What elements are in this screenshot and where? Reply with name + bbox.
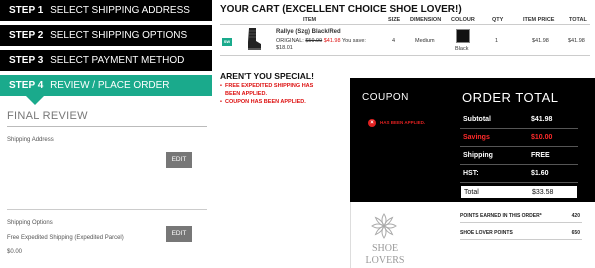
edit-shipping-options-button[interactable]: EDIT	[166, 226, 192, 242]
col-header-qty: QTY	[492, 17, 504, 23]
divider	[220, 55, 590, 56]
col-header-size: SIZE	[388, 17, 401, 23]
qty-value: 1	[495, 38, 499, 44]
shipping-options-label: Shipping Options	[7, 220, 53, 226]
step-number: STEP 4	[9, 80, 44, 91]
tax-value: $1.60	[531, 170, 549, 177]
step-label: SELECT PAYMENT METHOD	[50, 55, 185, 66]
active-step-arrow-icon	[26, 96, 44, 105]
divider	[220, 24, 590, 25]
size-value: 4	[392, 38, 396, 44]
special-title: AREN'T YOU SPECIAL!	[220, 71, 314, 81]
final-review-title: FINAL REVIEW	[7, 110, 88, 122]
shipping-value: FREE	[531, 152, 550, 159]
col-header-item: ITEM	[303, 17, 317, 23]
boot-thumbnail-icon[interactable]	[246, 27, 262, 51]
cart-title: YOUR CART (EXCELLENT CHOICE SHOE LOVER!)	[220, 4, 462, 15]
grand-total-label: Total	[464, 189, 479, 196]
you-save-label: You save:	[341, 38, 366, 44]
step-number: STEP 2	[9, 30, 44, 41]
step-label: SELECT SHIPPING OPTIONS	[50, 30, 188, 41]
col-header-dimension: DIMENSION	[410, 17, 442, 23]
shipping-address-label: Shipping Address	[7, 137, 54, 143]
grand-total-row: Total $33.58	[460, 185, 578, 199]
col-header-colour: COLOUR	[451, 17, 475, 23]
message-item: COUPON HAS BEEN APPLIED.	[220, 98, 330, 106]
step-4-active[interactable]: STEP 4 REVIEW / PLACE ORDER	[0, 75, 212, 96]
total-value: $41.98	[568, 38, 585, 44]
logo-text-2: LOVERS	[366, 255, 405, 266]
edit-address-button[interactable]: EDIT	[166, 152, 192, 168]
logo-text-1: SHOE	[372, 243, 398, 254]
savings-row: Savings $10.00	[460, 130, 578, 147]
step-1[interactable]: STEP 1 SELECT SHIPPING ADDRESS	[0, 0, 212, 21]
subtotal-row: Subtotal $41.98	[460, 112, 578, 129]
points-earned-row: POINTS EARNED IN THIS ORDER* 420	[460, 210, 582, 223]
you-save-amount: $18.01	[276, 45, 293, 51]
original-price: $59.99	[305, 38, 323, 44]
savings-label: Savings	[463, 134, 490, 141]
dimension-value: Medium	[415, 38, 435, 44]
shoe-lovers-logo-icon: SHOE LOVERS	[366, 213, 405, 266]
shipping-cost: $0.00	[7, 249, 23, 255]
step-label: SELECT SHIPPING ADDRESS	[50, 5, 190, 16]
savings-value: $10.00	[531, 134, 553, 141]
product-pricing: ORIGINAL: $59.99 $41.98 You save:	[276, 38, 366, 44]
shipping-row: Shipping FREE	[460, 148, 578, 165]
col-header-total: TOTAL	[569, 17, 587, 23]
step-2[interactable]: STEP 2 SELECT SHIPPING OPTIONS	[0, 25, 212, 46]
coupon-status: HAS BEEN APPLIED.	[380, 120, 426, 125]
special-messages: FREE EXPEDITED SHIPPING HAS BEEN APPLIED…	[220, 82, 330, 106]
col-header-item-price: ITEM PRICE	[523, 17, 555, 23]
step-number: STEP 3	[9, 55, 44, 66]
shoe-lover-points-value: 650	[571, 230, 580, 236]
remove-coupon-icon[interactable]: ×	[368, 119, 376, 127]
shipping-option-value: Free Expedited Shipping (Expedited Parce…	[7, 235, 124, 241]
tax-row: HST: $1.60	[460, 166, 578, 183]
item-price-value: $41.98	[532, 38, 549, 44]
points-earned-label: POINTS EARNED IN THIS ORDER*	[460, 213, 542, 219]
subtotal-label: Subtotal	[463, 116, 491, 123]
step-number: STEP 1	[9, 5, 44, 16]
colour-swatch	[456, 29, 470, 43]
step-3[interactable]: STEP 3 SELECT PAYMENT METHOD	[0, 50, 212, 71]
shoe-lover-points-label: SHOE LOVER POINTS	[460, 230, 513, 236]
shipping-label: Shipping	[463, 152, 493, 159]
brand-badge: SW	[222, 38, 232, 46]
grand-total-value: $33.58	[532, 189, 554, 196]
tax-label: HST:	[463, 170, 479, 177]
checkout-steps: STEP 1 SELECT SHIPPING ADDRESS STEP 2 SE…	[0, 0, 212, 100]
points-earned-value: 420	[571, 213, 580, 219]
coupon-title: COUPON	[362, 92, 409, 103]
colour-value: Black	[455, 46, 469, 52]
sale-price: $41.98	[323, 38, 341, 44]
product-name[interactable]: Rallye (Szg) Black/Red	[276, 29, 341, 35]
message-item: FREE EXPEDITED SHIPPING HAS BEEN APPLIED…	[220, 82, 330, 98]
divider	[7, 126, 207, 127]
step-label: REVIEW / PLACE ORDER	[50, 80, 170, 91]
divider	[7, 209, 207, 210]
subtotal-value: $41.98	[531, 116, 553, 123]
order-total-title: ORDER TOTAL	[462, 90, 559, 105]
original-label: ORIGINAL:	[276, 38, 304, 44]
shoe-lover-points-row: SHOE LOVER POINTS 650	[460, 227, 582, 240]
